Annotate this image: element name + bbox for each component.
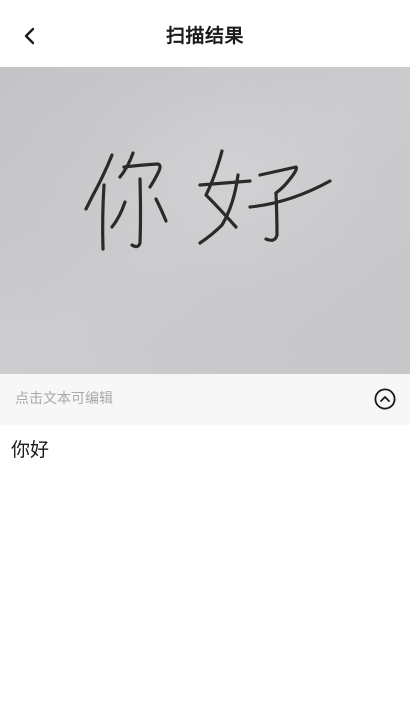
edit-hint-text: 点击文本可编辑: [15, 391, 113, 407]
result-text-editor[interactable]: 你好: [11, 436, 399, 466]
page-title: 扫描结果: [165, 25, 244, 47]
hint-bar: 点击文本可编辑: [0, 374, 410, 425]
chevron-up-circle-icon: [374, 388, 396, 410]
collapse-button[interactable]: [374, 388, 396, 410]
scanned-image: [0, 67, 410, 374]
top-bar: 扫描结果: [0, 0, 410, 67]
